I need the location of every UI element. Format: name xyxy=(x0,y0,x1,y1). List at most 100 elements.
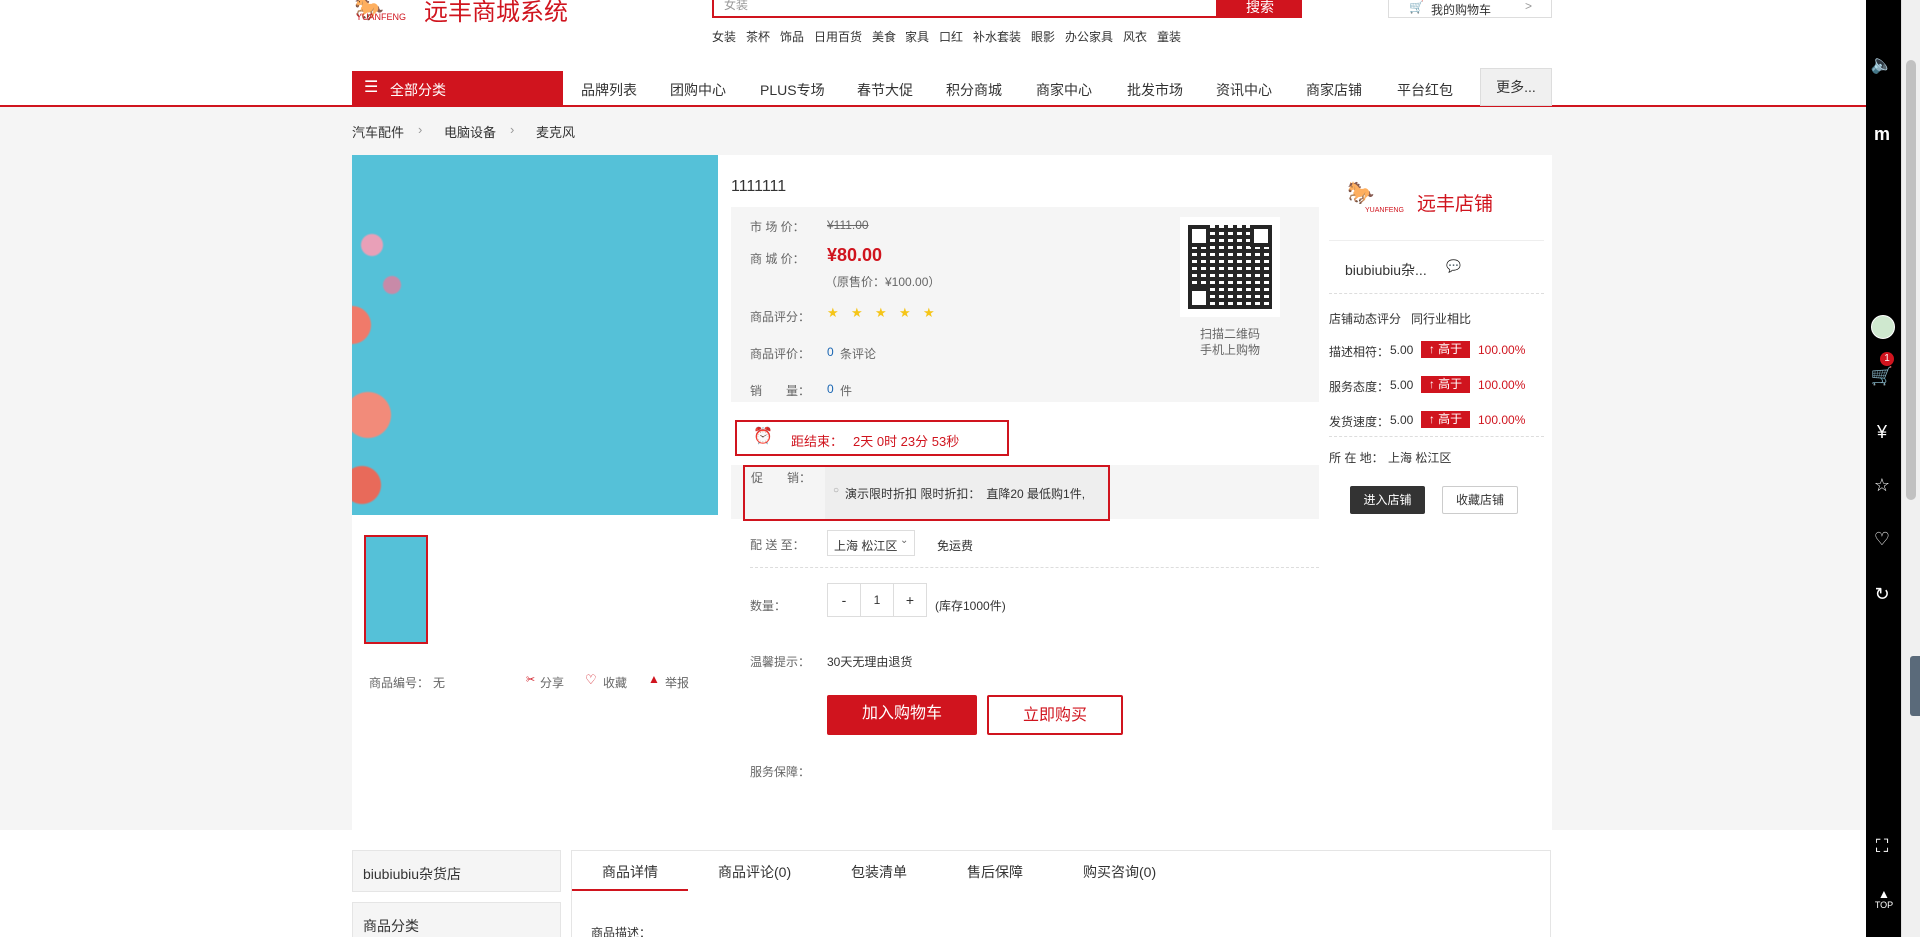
review-count[interactable]: 0 xyxy=(827,345,834,359)
nav-item-group-buy[interactable]: 团购中心 xyxy=(670,80,726,100)
market-price: ¥111.00 xyxy=(827,218,869,232)
hot-word[interactable]: 眼影 xyxy=(1031,28,1055,45)
ship-fee: 免运费 xyxy=(937,539,974,553)
store-logo-text: 远丰店铺 xyxy=(1417,194,1494,215)
search-placeholder: 女装 xyxy=(724,0,749,12)
tab-details[interactable]: 商品详情 xyxy=(602,862,658,882)
buy-now-button[interactable]: 立即购买 xyxy=(987,695,1123,735)
hot-word[interactable]: 办公家具 xyxy=(1065,28,1113,45)
yen-icon[interactable]: ¥ xyxy=(1870,420,1894,444)
nav-item-plus[interactable]: PLUS专场 xyxy=(760,80,825,100)
score-label: 发货速度： xyxy=(1329,415,1390,429)
favorite-link[interactable]: 收藏 xyxy=(603,674,627,691)
hot-word[interactable]: 口红 xyxy=(939,28,963,45)
shop-name[interactable]: biubiubiu杂货店 xyxy=(363,864,461,884)
logo[interactable]: 🐎 YUANFENG 远丰商城系统 xyxy=(352,0,592,26)
nav-item-news[interactable]: 资讯中心 xyxy=(1216,80,1272,100)
nav-item-stores[interactable]: 商家店铺 xyxy=(1306,80,1362,100)
nav-item-redpacket[interactable]: 平台红包 xyxy=(1397,80,1453,100)
flower-decoration xyxy=(352,185,412,515)
score-badge: ↑ 高于 xyxy=(1421,341,1470,358)
score-badge: ↑ 高于 xyxy=(1421,411,1470,428)
logo-sub: YUANFENG xyxy=(356,12,407,22)
tab-packing[interactable]: 包装清单 xyxy=(851,862,907,882)
hot-word[interactable]: 女装 xyxy=(712,28,736,45)
store-name[interactable]: biubiubiu杂... xyxy=(1345,260,1427,280)
heart-icon[interactable]: ♡ xyxy=(1870,527,1894,551)
report-link[interactable]: 举报 xyxy=(665,674,689,691)
tab-consult[interactable]: 购买咨询(0) xyxy=(1083,862,1156,882)
breadcrumb-item[interactable]: 汽车配件 xyxy=(352,122,404,141)
scrollbar[interactable] xyxy=(1901,0,1920,937)
qty-input[interactable]: 1 xyxy=(860,583,894,617)
avatar[interactable] xyxy=(1871,315,1895,339)
breadcrumb-item[interactable]: 电脑设备 xyxy=(444,122,496,141)
breadcrumb-separator: › xyxy=(510,122,515,137)
qr-caption: 手机上购物 xyxy=(1200,343,1261,357)
cart-icon: 🛒 xyxy=(1409,0,1424,14)
scrollbar-thumb[interactable] xyxy=(1906,60,1916,500)
hot-word[interactable]: 饰品 xyxy=(780,28,804,45)
location-label: 所 在 地： xyxy=(1329,451,1384,465)
share-icon: ✂ xyxy=(526,674,536,686)
cart-button[interactable]: 🛒 我的购物车 > xyxy=(1388,0,1552,18)
side-widget[interactable] xyxy=(1910,656,1920,716)
all-categories-button[interactable]: ☰ 全部分类 xyxy=(352,71,563,106)
qr-caption: 扫描二维码 xyxy=(1200,327,1261,341)
tab-after-sales[interactable]: 售后保障 xyxy=(967,862,1023,882)
hot-word[interactable]: 家具 xyxy=(905,28,929,45)
back-to-top-button[interactable]: ▲ TOP xyxy=(1870,888,1898,918)
favorite-store-button[interactable]: 收藏店铺 xyxy=(1442,486,1518,514)
nav-more-button[interactable]: 更多... xyxy=(1480,68,1552,106)
arrow-up-icon: ▲ xyxy=(1878,887,1890,901)
score-value: 5.00 xyxy=(1390,413,1414,427)
qr-code xyxy=(1180,217,1280,317)
hot-word[interactable]: 茶杯 xyxy=(746,28,770,45)
nav-item-points[interactable]: 积分商城 xyxy=(946,80,1002,100)
product-title: 1111111 xyxy=(731,178,787,195)
review-unit: 条评论 xyxy=(840,347,877,361)
hot-word[interactable]: 美食 xyxy=(872,28,896,45)
nav-item-brands[interactable]: 品牌列表 xyxy=(581,80,637,100)
product-thumbnail[interactable] xyxy=(364,535,428,644)
qty-minus-button[interactable]: - xyxy=(827,583,861,617)
enter-store-button[interactable]: 进入店铺 xyxy=(1350,486,1425,514)
market-price-label: 市 场 价： xyxy=(750,220,805,234)
rating-star-icon: ★ xyxy=(875,305,887,320)
tab-reviews[interactable]: 商品评论(0) xyxy=(718,862,791,882)
speaker-icon[interactable]: 🔈 xyxy=(1870,52,1894,76)
fullscreen-icon[interactable]: ⛶ xyxy=(1870,834,1894,858)
product-image xyxy=(352,155,718,515)
search-input[interactable]: 女装 xyxy=(712,0,1218,18)
sales-unit: 件 xyxy=(840,384,853,398)
store-horse-icon: 🐎 xyxy=(1347,180,1375,205)
tip-text: 30天无理由退货 xyxy=(827,655,913,669)
qty-plus-button[interactable]: + xyxy=(893,583,927,617)
hot-word[interactable]: 补水套装 xyxy=(973,28,1021,45)
m-icon[interactable]: m xyxy=(1870,122,1894,146)
region-selector[interactable]: 上海 松江区 ⌄ xyxy=(827,530,915,556)
hot-word[interactable]: 风衣 xyxy=(1123,28,1147,45)
nav-item-wholesale[interactable]: 批发市场 xyxy=(1127,80,1183,100)
star-icon[interactable]: ☆ xyxy=(1870,473,1894,497)
nav-item-spring[interactable]: 春节大促 xyxy=(857,80,913,100)
search-button[interactable]: 搜索 xyxy=(1218,0,1302,18)
nav-item-merchant[interactable]: 商家中心 xyxy=(1036,80,1092,100)
store-logo-sub: YUANFENG xyxy=(1365,207,1404,214)
sales-count: 0 xyxy=(827,382,834,396)
promotion-box: 促 销： ○ 演示限时折扣 限时折扣： 直降20 最低购1件, xyxy=(743,465,1110,521)
share-link[interactable]: 分享 xyxy=(540,674,564,691)
add-to-cart-button[interactable]: 加入购物车 xyxy=(827,695,977,735)
history-icon[interactable]: ↻ xyxy=(1870,582,1894,606)
category-box: 商品分类 xyxy=(352,902,561,937)
countdown-value: 2天 0时 23分 53秒 xyxy=(853,434,960,449)
hot-word[interactable]: 日用百货 xyxy=(814,28,862,45)
hot-word[interactable]: 童装 xyxy=(1157,28,1181,45)
cart-icon[interactable]: 🛒 xyxy=(1870,364,1894,388)
sku-label: 商品编号： xyxy=(369,676,430,690)
promotion-content: ○ 演示限时折扣 限时折扣： 直降20 最低购1件, xyxy=(825,467,1108,519)
score-pct: 100.00% xyxy=(1478,343,1526,357)
shop-name-box: biubiubiu杂货店 xyxy=(352,850,561,892)
menu-icon: ☰ xyxy=(364,79,379,96)
chat-icon[interactable]: 💬 xyxy=(1446,259,1461,273)
